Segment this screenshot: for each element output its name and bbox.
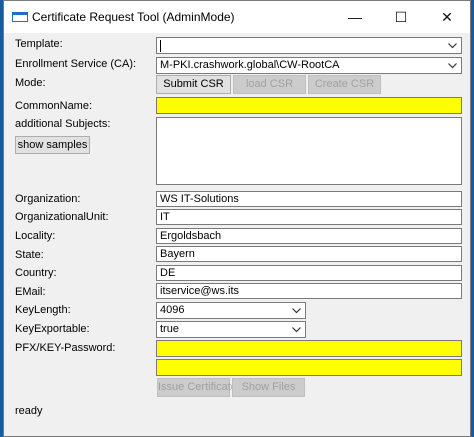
text-cursor [160, 40, 161, 52]
email-input[interactable]: itservice@ws.its [156, 283, 462, 299]
minimize-icon: — [348, 9, 362, 25]
email-label: EMail: [15, 286, 46, 298]
pfx-password-label: PFX/KEY-Password: [15, 342, 116, 354]
chevron-down-icon[interactable] [446, 38, 458, 53]
chevron-down-icon[interactable] [290, 322, 302, 337]
mode-label: Mode: [15, 77, 46, 89]
maximize-icon: ☐ [394, 8, 408, 25]
additional-subjects-textarea[interactable] [156, 117, 462, 185]
app-window-icon [12, 12, 28, 22]
main-window: Certificate Request Tool (AdminMode) — ☐… [3, 0, 471, 437]
key-exportable-value: true [160, 323, 179, 335]
enrollment-service-value: M-PKI.crashwork.global\CW-RootCA [160, 59, 340, 71]
window-title: Certificate Request Tool (AdminMode) [32, 10, 235, 24]
enrollment-service-label: Enrollment Service (CA): [15, 58, 137, 70]
pfx-password-confirm-input[interactable] [156, 359, 462, 376]
pfx-password-input[interactable] [156, 340, 462, 357]
issue-certificate-button[interactable]: Issue Certificate [157, 378, 237, 397]
minimize-button[interactable]: — [332, 1, 378, 33]
show-files-button[interactable]: Show Files [232, 378, 305, 397]
create-csr-button[interactable]: Create CSR [308, 75, 381, 94]
chevron-down-icon[interactable] [446, 58, 458, 73]
chevron-down-icon[interactable] [290, 303, 302, 318]
organization-label: Organization: [15, 193, 81, 205]
additional-subjects-label: additional Subjects: [15, 118, 111, 130]
key-length-value: 4096 [160, 304, 185, 316]
title-bar[interactable]: Certificate Request Tool (AdminMode) — ☐… [4, 1, 470, 33]
state-input[interactable]: Bayern [156, 246, 462, 262]
common-name-input[interactable] [156, 97, 462, 114]
organization-input[interactable]: WS IT-Solutions [156, 191, 462, 207]
country-label: Country: [15, 267, 57, 279]
maximize-button[interactable]: ☐ [378, 1, 424, 33]
load-csr-button[interactable]: load CSR [233, 75, 306, 94]
key-exportable-label: KeyExportable: [15, 323, 90, 335]
key-length-label: KeyLength: [15, 304, 71, 316]
template-select[interactable] [156, 37, 462, 54]
key-exportable-select[interactable]: true [156, 321, 306, 338]
locality-input[interactable]: Ergoldsbach [156, 228, 462, 244]
close-icon: ✕ [441, 8, 453, 25]
key-length-select[interactable]: 4096 [156, 302, 306, 319]
close-button[interactable]: ✕ [424, 1, 470, 33]
template-label: Template: [15, 38, 63, 50]
organizational-unit-input[interactable]: IT [156, 209, 462, 225]
organizational-unit-label: OrganizationalUnit: [15, 211, 109, 223]
state-label: State: [15, 249, 44, 261]
common-name-label: CommonName: [15, 100, 93, 112]
show-samples-button[interactable]: show samples [15, 136, 90, 154]
locality-label: Locality: [15, 230, 56, 242]
country-input[interactable]: DE [156, 265, 462, 281]
status-text: ready [15, 405, 43, 417]
submit-csr-button[interactable]: Submit CSR [156, 75, 231, 94]
enrollment-service-select[interactable]: M-PKI.crashwork.global\CW-RootCA [156, 57, 462, 74]
